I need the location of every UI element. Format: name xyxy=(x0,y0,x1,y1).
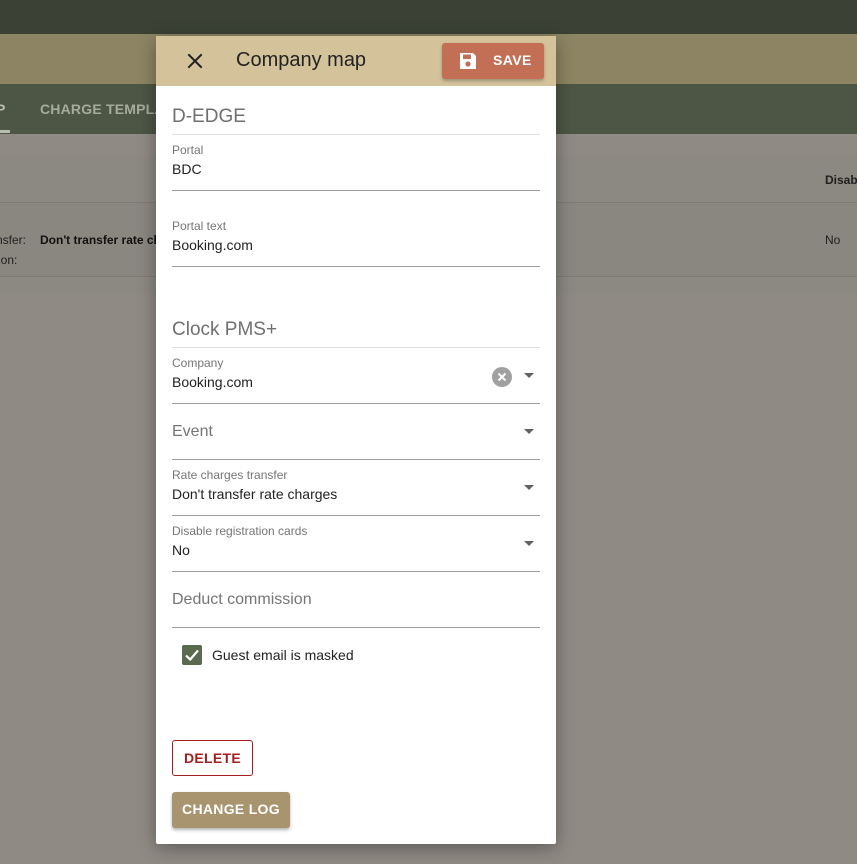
close-button[interactable] xyxy=(184,50,206,72)
rate-charges-transfer-label: Rate charges transfer xyxy=(172,468,288,482)
company-map-dialog: Company map SAVE D-EDGE Portal BDC Porta… xyxy=(156,36,556,844)
portal-text-value: Booking.com xyxy=(172,237,253,253)
row-value-transfer: Don't transfer rate cl xyxy=(40,233,157,247)
rate-charges-transfer-value: Don't transfer rate charges xyxy=(172,486,338,502)
close-icon xyxy=(187,53,203,69)
change-log-button[interactable]: CHANGE LOG xyxy=(172,792,290,828)
chevron-down-icon[interactable] xyxy=(524,373,534,378)
guest-email-masked-label: Guest email is masked xyxy=(212,647,354,663)
dialog-title: Company map xyxy=(236,49,367,71)
floppy-disk-icon xyxy=(460,53,476,69)
section-title-source: D-EDGE xyxy=(172,106,246,127)
row-label-commission: ion: xyxy=(0,253,18,267)
dialog-header: Company map SAVE xyxy=(156,36,556,86)
event-placeholder: Event xyxy=(172,423,213,440)
company-label: Company xyxy=(172,356,224,370)
portal-text-field[interactable]: Portal text Booking.com xyxy=(172,211,540,267)
chevron-down-icon[interactable] xyxy=(524,429,534,434)
portal-text-label: Portal text xyxy=(172,219,227,233)
deduct-commission-field[interactable]: Deduct commission xyxy=(172,572,540,628)
row-label-transfer: nsfer: xyxy=(0,233,27,247)
section-title-target: Clock PMS+ xyxy=(172,319,278,340)
row-value-disabled: No xyxy=(825,233,841,247)
delete-button[interactable]: DELETE xyxy=(172,740,253,776)
delete-button-label: DELETE xyxy=(183,750,242,766)
tab-charge-templates[interactable]: CHARGE TEMPLAT xyxy=(40,101,172,117)
tab-map[interactable]: P xyxy=(0,101,6,117)
portal-label: Portal xyxy=(172,143,204,157)
portal-field[interactable]: Portal BDC xyxy=(172,135,540,191)
chevron-down-icon[interactable] xyxy=(524,541,534,546)
save-button-label: SAVE xyxy=(493,52,532,68)
portal-value: BDC xyxy=(172,161,202,177)
active-tab-indicator xyxy=(0,130,10,133)
disable-registration-cards-label: Disable registration cards xyxy=(172,524,308,538)
rate-charges-transfer-select[interactable]: Rate charges transfer Don't transfer rat… xyxy=(172,460,540,516)
clear-circle-icon[interactable] xyxy=(492,367,512,387)
chevron-down-icon[interactable] xyxy=(524,485,534,490)
column-header-disabled: Disabl xyxy=(825,173,857,187)
company-value: Booking.com xyxy=(172,374,253,390)
app-top-bar xyxy=(0,0,857,34)
deduct-commission-placeholder: Deduct commission xyxy=(172,591,312,608)
check-icon xyxy=(185,649,199,662)
checkbox-box[interactable] xyxy=(182,645,202,665)
change-log-button-label: CHANGE LOG xyxy=(182,801,280,817)
disable-registration-cards-select[interactable]: Disable registration cards No xyxy=(172,516,540,572)
save-button[interactable]: SAVE xyxy=(442,43,544,79)
company-select[interactable]: Company Booking.com xyxy=(172,348,540,404)
disable-registration-cards-value: No xyxy=(172,542,190,558)
event-select[interactable]: Event xyxy=(172,404,540,460)
